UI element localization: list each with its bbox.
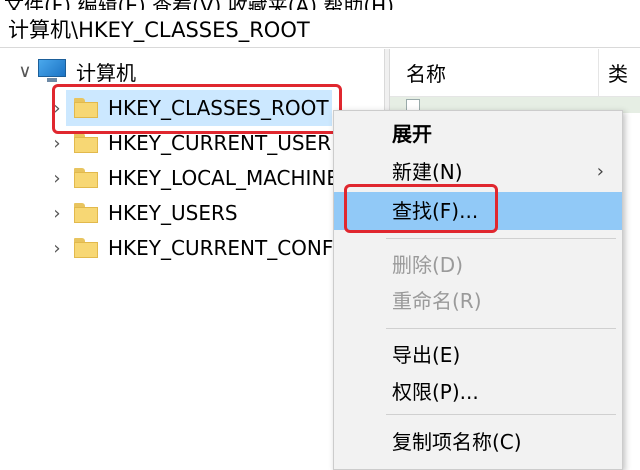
tree-item-hkey-current-config[interactable]: › HKEY_CURRENT_CONFIG <box>48 230 355 266</box>
tree-item-label: HKEY_CURRENT_USER <box>108 131 332 155</box>
tree-item-label: 计算机 <box>76 60 136 85</box>
folder-icon <box>74 203 98 223</box>
address-bar[interactable]: 计算机\HKEY_CLASSES_ROOT <box>0 10 640 48</box>
column-divider[interactable] <box>598 49 599 97</box>
menu-item-expand[interactable]: 展开 <box>334 115 622 153</box>
menu-item-rename[interactable]: 重命名(R) <box>334 282 622 320</box>
collapsed-chevron-icon[interactable]: › <box>48 195 66 231</box>
tree-item-label: HKEY_LOCAL_MACHINE <box>108 166 340 190</box>
menu-item-export[interactable]: 导出(E) <box>334 336 622 374</box>
expand-chevron-icon[interactable]: ∨ <box>16 53 34 89</box>
menu-item-new-label: 新建(N) <box>392 160 463 184</box>
menu-item-copy-key-name[interactable]: 复制项名称(C) <box>334 423 622 461</box>
tree-item-hkey-users[interactable]: › HKEY_USERS <box>48 195 238 231</box>
column-header-name[interactable]: 名称 <box>406 49 446 99</box>
menu-bar: 文件(F) 编辑(E) 查看(V) 收藏夹(A) 帮助(H) <box>0 0 640 10</box>
highlight-box-find <box>344 184 498 233</box>
computer-icon <box>38 59 66 83</box>
column-header-row: 名称 类 <box>390 49 640 97</box>
tree-item-hkey-local-machine[interactable]: › HKEY_LOCAL_MACHINE <box>48 160 339 196</box>
submenu-arrow-icon: › <box>596 161 604 182</box>
menu-separator <box>386 328 616 329</box>
folder-icon <box>74 168 98 188</box>
menu-separator <box>386 238 616 239</box>
folder-icon <box>74 133 98 153</box>
context-menu: 展开 新建(N) › 查找(F)... 删除(D) 重命名(R) 导出(E) 权… <box>333 110 623 470</box>
tree-item-label: HKEY_CURRENT_CONFIG <box>108 236 355 260</box>
menu-separator <box>386 414 616 415</box>
collapsed-chevron-icon[interactable]: › <box>48 160 66 196</box>
menu-bar-text: 文件(F) 编辑(E) 查看(V) 收藏夹(A) 帮助(H) <box>4 0 394 10</box>
folder-icon <box>74 238 98 258</box>
menu-item-permissions[interactable]: 权限(P)... <box>334 373 622 411</box>
collapsed-chevron-icon[interactable]: › <box>48 230 66 266</box>
menu-item-delete[interactable]: 删除(D) <box>334 246 622 284</box>
column-header-type[interactable]: 类 <box>608 49 628 99</box>
highlight-box-selected-key <box>52 84 342 134</box>
tree-item-label: HKEY_USERS <box>108 201 238 225</box>
